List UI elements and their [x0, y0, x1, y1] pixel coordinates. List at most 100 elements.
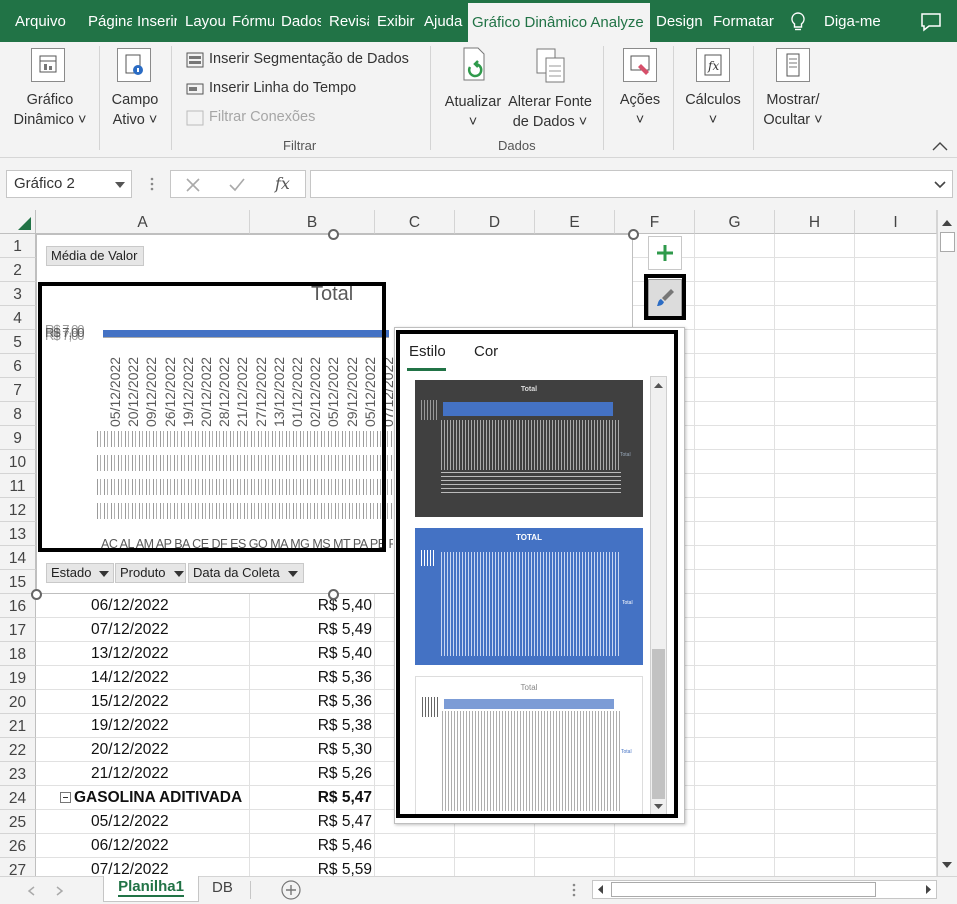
- value-cell[interactable]: R$ 5,46: [318, 837, 372, 855]
- tab-inserir[interactable]: Inserir: [137, 0, 177, 42]
- row-header[interactable]: 26: [0, 834, 36, 858]
- tab-design[interactable]: Design: [656, 0, 706, 42]
- value-cell[interactable]: R$ 5,36: [318, 693, 372, 711]
- column-header[interactable]: C: [375, 210, 455, 234]
- style-thumbnail-dark[interactable]: Total Total: [415, 380, 643, 517]
- chart-styles-button[interactable]: [648, 279, 682, 317]
- row-header[interactable]: 15: [0, 570, 36, 594]
- value-cell[interactable]: R$ 5,38: [318, 717, 372, 735]
- row-header[interactable]: 6: [0, 354, 36, 378]
- panel-scroll-thumb[interactable]: [652, 649, 665, 799]
- row-header[interactable]: 22: [0, 738, 36, 762]
- select-all-corner[interactable]: [0, 210, 36, 234]
- tab-formulas[interactable]: Fórmu: [232, 0, 274, 42]
- filter-estado-button[interactable]: Estado: [46, 563, 114, 583]
- tab-pagina[interactable]: Página: [88, 0, 132, 42]
- filter-connections-button[interactable]: Filtrar Conexões: [209, 109, 315, 125]
- plot-series-bar[interactable]: [103, 330, 389, 337]
- insert-timeline-button[interactable]: Inserir Linha do Tempo: [209, 80, 356, 96]
- column-header[interactable]: G: [695, 210, 775, 234]
- date-cell[interactable]: 13/12/2022: [91, 645, 169, 663]
- calculations-button[interactable]: Cálculos ˅: [680, 90, 746, 130]
- column-header[interactable]: B: [250, 210, 375, 234]
- scroll-right-icon[interactable]: [920, 881, 936, 898]
- column-header[interactable]: E: [535, 210, 615, 234]
- row-header[interactable]: 21: [0, 714, 36, 738]
- formula-input[interactable]: [310, 170, 953, 198]
- sheet-nav-next-icon[interactable]: [53, 885, 65, 897]
- row-header[interactable]: 7: [0, 378, 36, 402]
- resize-handle-bottom[interactable]: [328, 589, 339, 600]
- row-header[interactable]: 18: [0, 642, 36, 666]
- add-sheet-icon[interactable]: [280, 879, 302, 901]
- value-cell[interactable]: R$ 5,49: [318, 621, 372, 639]
- row-header[interactable]: 8: [0, 402, 36, 426]
- chevron-down-icon[interactable]: [934, 181, 946, 189]
- date-cell[interactable]: 15/12/2022: [91, 693, 169, 711]
- row-header[interactable]: 10: [0, 450, 36, 474]
- value-cell[interactable]: R$ 5,47: [318, 789, 372, 807]
- column-header[interactable]: A: [36, 210, 250, 234]
- tab-exibir[interactable]: Exibir: [377, 0, 417, 42]
- row-header[interactable]: 1: [0, 234, 36, 258]
- tab-grafico-dinamico-analyze[interactable]: Gráfico Dinâmico Analyze: [468, 0, 650, 42]
- actions-button[interactable]: Ações ˅: [610, 90, 670, 130]
- scroll-left-icon[interactable]: [593, 881, 609, 898]
- vertical-scroll-thumb[interactable]: [940, 232, 955, 252]
- value-cell[interactable]: R$ 5,40: [318, 597, 372, 615]
- resize-handle-bottom-left[interactable]: [31, 589, 42, 600]
- row-header[interactable]: 11: [0, 474, 36, 498]
- row-header[interactable]: 4: [0, 306, 36, 330]
- date-cell[interactable]: 20/12/2022: [91, 741, 169, 759]
- tab-ajuda[interactable]: Ajuda: [424, 0, 464, 42]
- scroll-down-icon[interactable]: [651, 799, 666, 814]
- row-header[interactable]: 2: [0, 258, 36, 282]
- chart-elements-button[interactable]: [648, 236, 682, 270]
- insert-function-fx[interactable]: fx: [275, 174, 290, 193]
- row-header[interactable]: 3: [0, 282, 36, 306]
- enter-check-icon[interactable]: [229, 178, 245, 192]
- cancel-icon[interactable]: [186, 178, 200, 192]
- row-header[interactable]: 14: [0, 546, 36, 570]
- tab-formatar[interactable]: Formatar: [713, 0, 775, 42]
- column-header[interactable]: D: [455, 210, 535, 234]
- panel-scrollbar[interactable]: [650, 376, 667, 816]
- style-thumbnail-blue[interactable]: TOTAL Total: [415, 528, 643, 665]
- date-cell[interactable]: 07/12/2022: [91, 861, 169, 876]
- tab-arquivo[interactable]: Arquivo: [15, 0, 75, 42]
- scroll-up-icon[interactable]: [651, 378, 666, 393]
- sheet-nav-prev-icon[interactable]: [26, 885, 38, 897]
- value-cell[interactable]: R$ 5,26: [318, 765, 372, 783]
- group-row-label[interactable]: GASOLINA ADITIVADA: [74, 789, 242, 807]
- change-data-source-button[interactable]: Alterar Fonte de Dados ˅: [504, 92, 596, 132]
- date-cell[interactable]: 19/12/2022: [91, 717, 169, 735]
- date-cell[interactable]: 05/12/2022: [91, 813, 169, 831]
- row-header[interactable]: 5: [0, 330, 36, 354]
- row-header[interactable]: 9: [0, 426, 36, 450]
- resize-handle-top[interactable]: [328, 229, 339, 240]
- tell-me-search[interactable]: Diga-me: [790, 0, 881, 42]
- date-cell[interactable]: 21/12/2022: [91, 765, 169, 783]
- horizontal-scroll-thumb[interactable]: [611, 882, 876, 897]
- collapse-minus-icon[interactable]: [60, 792, 71, 803]
- tab-cor[interactable]: Cor: [474, 343, 498, 360]
- comment-icon[interactable]: [920, 12, 942, 32]
- sheet-tab-db[interactable]: DB: [212, 879, 233, 896]
- date-cell[interactable]: 06/12/2022: [91, 597, 169, 615]
- row-header[interactable]: 13: [0, 522, 36, 546]
- date-cell[interactable]: 07/12/2022: [91, 621, 169, 639]
- tab-dados[interactable]: Dados: [281, 0, 321, 42]
- resize-handle-top-right[interactable]: [628, 229, 639, 240]
- value-cell[interactable]: R$ 5,59: [318, 861, 372, 876]
- show-hide-button[interactable]: Mostrar/ Ocultar ˅: [756, 90, 830, 130]
- row-header[interactable]: 24: [0, 786, 36, 810]
- active-field-button[interactable]: Campo Ativo ˅: [96, 90, 174, 130]
- scroll-down-icon[interactable]: [938, 856, 956, 874]
- horizontal-scrollbar[interactable]: [592, 880, 937, 899]
- row-header[interactable]: 19: [0, 666, 36, 690]
- pivot-chart-button[interactable]: Gráfico Dinâmico ˅: [6, 90, 94, 130]
- row-header[interactable]: 20: [0, 690, 36, 714]
- refresh-button[interactable]: Atualizar ˅: [440, 92, 506, 132]
- row-header[interactable]: 16: [0, 594, 36, 618]
- date-cell[interactable]: 06/12/2022: [91, 837, 169, 855]
